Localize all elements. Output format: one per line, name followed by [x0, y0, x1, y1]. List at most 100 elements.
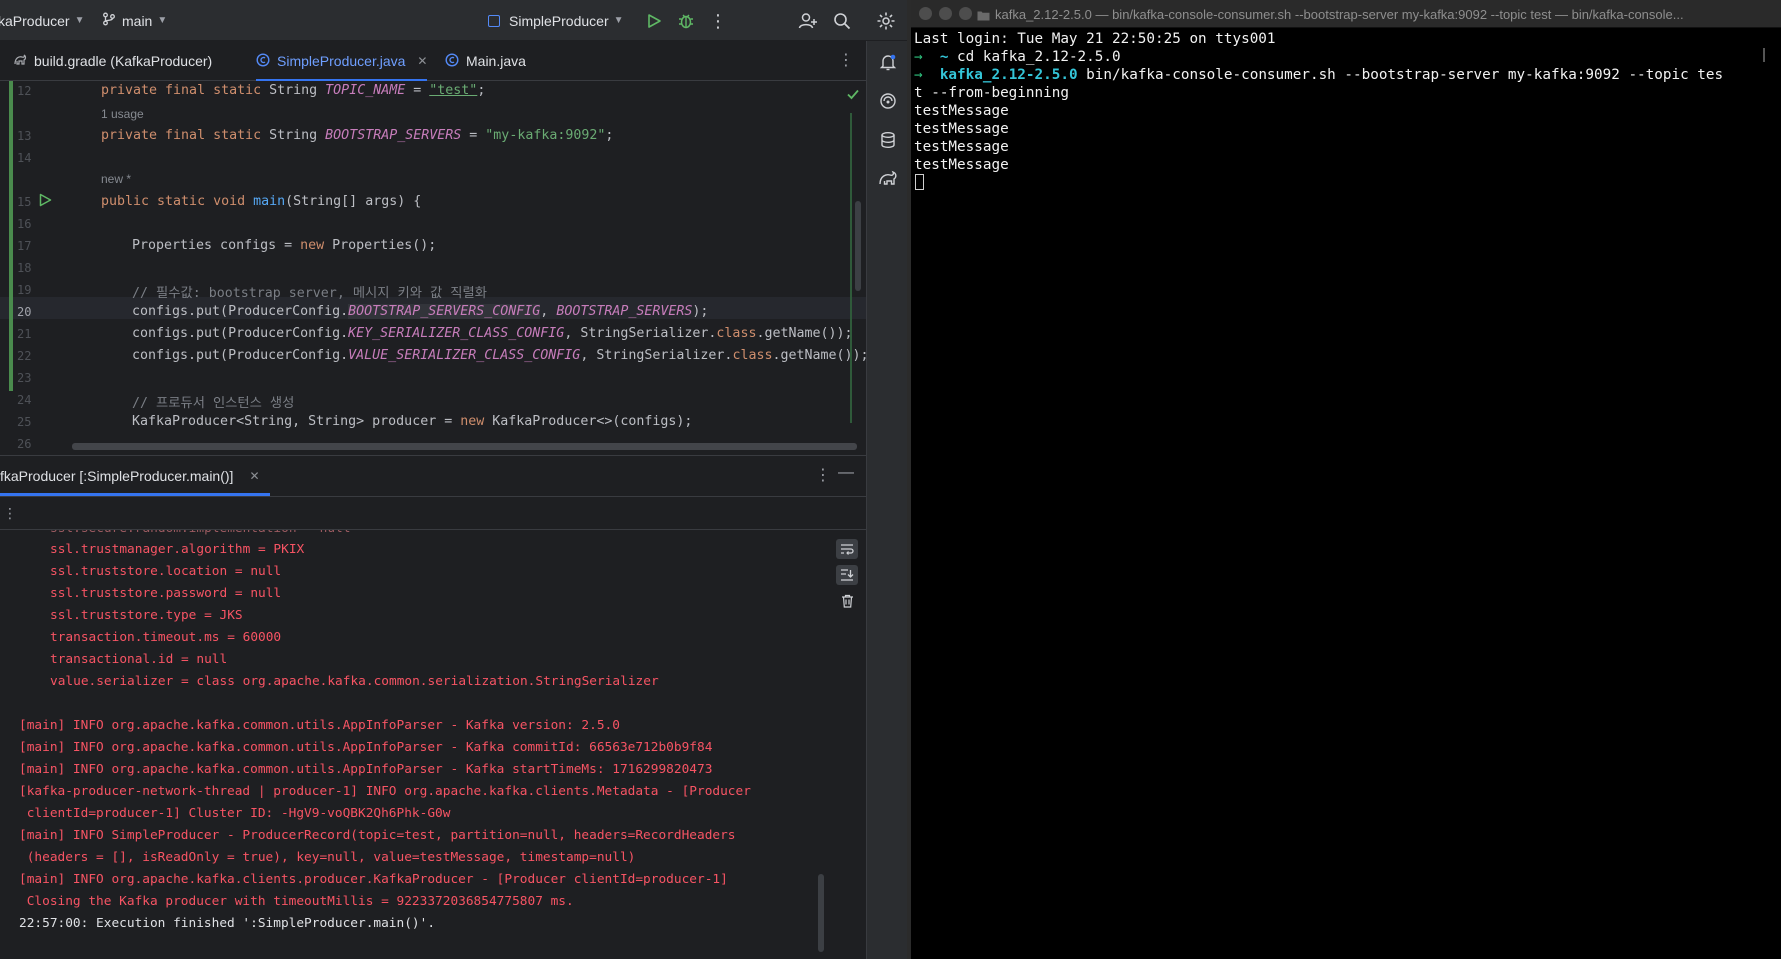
code-token: new [300, 238, 333, 253]
run-gutter-icon[interactable] [38, 192, 52, 211]
chevron-down-icon: ▼ [157, 15, 168, 26]
line-number: 20 [17, 305, 32, 319]
minimize-icon[interactable]: — [838, 464, 854, 482]
add-user-icon[interactable] [796, 9, 820, 33]
terminal-line: → kafka_2.12-2.5.0 bin/kafka-console-con… [914, 67, 1723, 83]
code-line: configs.put(ProducerConfig.VALUE_SERIALI… [132, 348, 866, 363]
terminal-message: testMessage [914, 121, 1009, 137]
run-tab-label: fkaProducer [:SimpleProducer.main()] [0, 468, 234, 484]
line-number: 13 [17, 129, 32, 143]
run-tab[interactable]: fkaProducer [:SimpleProducer.main()] ✕ [0, 456, 269, 496]
run-icon[interactable] [642, 9, 666, 33]
code-token: BOOTSTRAP_SERVERS [556, 304, 693, 319]
console-line: [main] INFO org.apache.kafka.common.util… [19, 718, 620, 733]
console-line: (headers = [], isReadOnly = true), key=n… [19, 850, 636, 865]
scroll-to-end-icon[interactable] [836, 565, 858, 585]
console-output[interactable]: ssl.secure.random.implementation = null … [0, 530, 815, 959]
trash-icon[interactable] [836, 591, 858, 611]
code-token: BOOTSTRAP_SERVERS_CONFIG [348, 304, 541, 319]
terminal-command: bin/kafka-console-consumer.sh --bootstra… [1086, 67, 1724, 83]
terminal-cursor [915, 174, 924, 190]
right-tool-strip [866, 41, 907, 959]
code-token: public static void [101, 194, 254, 209]
debug-icon[interactable] [674, 9, 698, 33]
line-number: 18 [17, 261, 32, 275]
search-icon[interactable] [830, 9, 854, 33]
editor-horizontal-scrollbar[interactable] [72, 443, 857, 450]
code-line: public static void main(String[] args) { [101, 194, 421, 209]
soft-wrap-icon[interactable] [836, 539, 858, 559]
code-line: private final static String BOOTSTRAP_SE… [101, 128, 613, 143]
tab-simpleproducer-java[interactable]: SimpleProducer.java ✕ [256, 41, 428, 82]
close-window-button[interactable] [919, 7, 932, 20]
console-scrollbar[interactable] [818, 874, 824, 952]
more-options-icon[interactable]: ⋮ [3, 505, 17, 522]
terminal-message: testMessage [914, 103, 1009, 119]
line-number: 24 [17, 393, 32, 407]
code-line: configs.put(ProducerConfig.KEY_SERIALIZE… [132, 326, 853, 341]
prompt-directory: kafka_2.12-2.5.0 [939, 67, 1078, 83]
editor-vertical-scrollbar[interactable] [855, 201, 861, 291]
console-line: ssl.truststore.type = JKS [50, 608, 243, 623]
terminal-window[interactable]: kafka_2.12-2.5.0 — bin/kafka-console-con… [911, 0, 1781, 959]
close-icon[interactable]: ✕ [249, 469, 259, 483]
project-selector[interactable]: kaProducer ▼ [0, 0, 85, 41]
tab-label: build.gradle (KafkaProducer) [34, 53, 213, 69]
branch-selector[interactable]: main ▼ [102, 0, 167, 41]
terminal-scroll-indicator [1763, 48, 1765, 62]
code-token: ; [477, 83, 486, 98]
database-icon[interactable] [877, 129, 899, 151]
code-token: class [732, 348, 773, 363]
ide-window: kaProducer ▼ main ▼ SimpleProducer ▼ ⋮ b… [0, 0, 907, 959]
code-comment: // 프로듀서 인스턴스 생성 [132, 396, 295, 411]
more-options-icon[interactable]: ⋮ [815, 465, 831, 485]
console-line: [kafka-producer-network-thread | produce… [19, 784, 751, 799]
code-token: KEY_SERIALIZER_CLASS_CONFIG [348, 326, 565, 341]
tab-main-java[interactable]: Main.java [445, 41, 526, 81]
line-number: 16 [17, 217, 32, 231]
tab-label: SimpleProducer.java [277, 53, 406, 69]
console-line: [main] INFO org.apache.kafka.common.util… [19, 740, 713, 755]
code-token: , StringSerializer. [564, 326, 717, 341]
code-token: private final static [101, 83, 270, 98]
code-token: configs.put(ProducerConfig. [132, 304, 349, 319]
tab-options-icon[interactable]: ⋮ [838, 50, 854, 70]
terminal-command: cd kafka_2.12-2.5.0 [957, 49, 1121, 65]
check-icon[interactable] [846, 86, 860, 105]
line-number: 25 [17, 415, 32, 429]
ai-assistant-icon[interactable] [877, 90, 899, 112]
code-token: ; [605, 128, 614, 143]
code-token: Properties(); [332, 238, 437, 253]
minimize-window-button[interactable] [939, 7, 952, 20]
console-line: Closing the Kafka producer with timeoutM… [19, 894, 574, 909]
code-token: , [540, 304, 557, 319]
code-token: ); [692, 304, 709, 319]
zoom-window-button[interactable] [959, 7, 972, 20]
more-actions-icon[interactable]: ⋮ [706, 9, 730, 33]
code-editor[interactable]: 12 13 14 15 16 17 18 19 20 21 22 23 24 2… [0, 81, 866, 455]
code-line: Properties configs = new Properties(); [132, 238, 436, 253]
console-line: transactional.id = null [50, 652, 228, 667]
console-line: clientId=producer-1] Cluster ID: -HgV9-v… [19, 806, 451, 821]
console-line: [main] INFO org.apache.kafka.clients.pro… [19, 872, 728, 887]
code-token: .getName()); [756, 326, 853, 341]
code-token: , StringSerializer. [580, 348, 733, 363]
code-token: configs.put(ProducerConfig. [132, 326, 349, 341]
gear-icon[interactable] [874, 9, 898, 33]
notifications-icon[interactable] [877, 51, 899, 73]
code-token: configs.put(ProducerConfig. [132, 348, 349, 363]
console-line: ssl.trustmanager.algorithm = PKIX [50, 542, 305, 557]
usage-hint[interactable]: 1 usage [101, 107, 144, 121]
code-token: private final static [101, 128, 270, 143]
prompt-arrow: → [914, 67, 923, 83]
close-icon[interactable]: ✕ [417, 54, 427, 68]
run-configuration-selector[interactable]: SimpleProducer ▼ [488, 0, 624, 41]
java-class-icon [256, 52, 270, 70]
tab-build-gradle[interactable]: build.gradle (KafkaProducer) [13, 41, 212, 81]
project-name: kaProducer [0, 12, 70, 29]
chevron-down-icon: ▼ [613, 15, 624, 26]
line-number: 23 [17, 371, 32, 385]
author-hint[interactable]: new * [101, 172, 131, 186]
gradle-elephant-icon[interactable] [877, 168, 899, 190]
run-config-name: SimpleProducer [509, 12, 609, 29]
